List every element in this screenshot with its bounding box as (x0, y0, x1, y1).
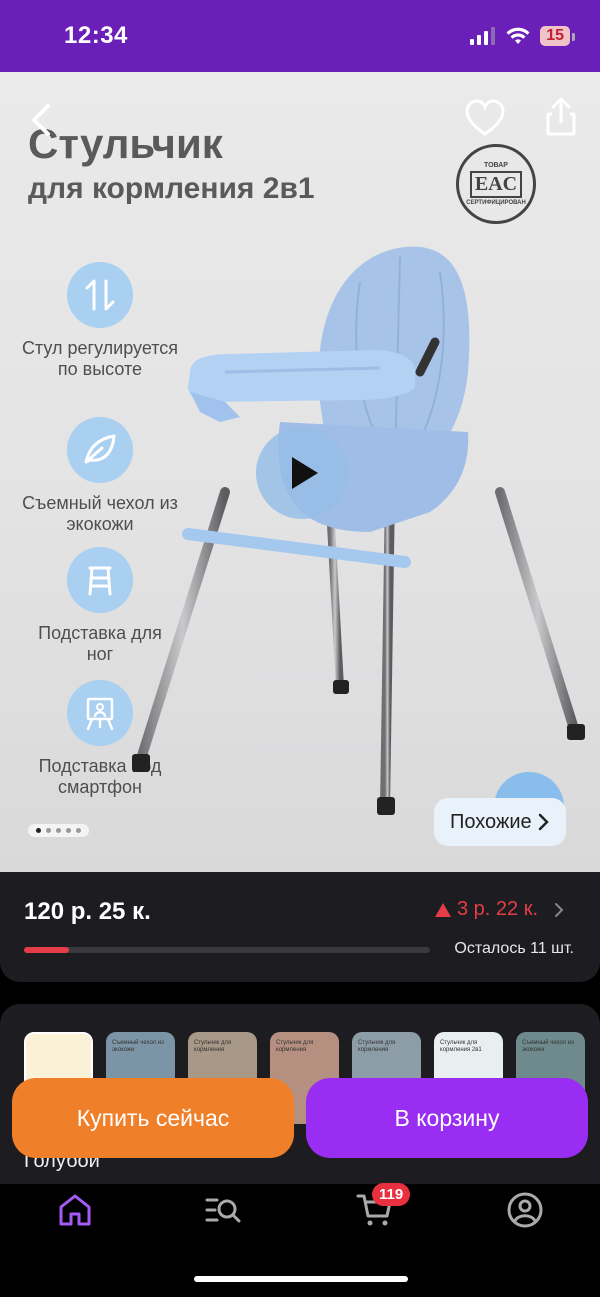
variant-thumbnail-label: Стульчик для кормления 2в1 (440, 1040, 482, 1053)
heart-icon[interactable] (464, 98, 506, 140)
variant-thumbnail-label: Стульчик для кормления (194, 1040, 232, 1053)
triangle-up-icon (434, 902, 451, 917)
catalog-search-icon[interactable] (203, 1190, 243, 1230)
play-video-button[interactable] (256, 427, 348, 519)
status-icons: 15 (470, 26, 575, 46)
buy-now-button[interactable]: Купить сейчас (12, 1078, 294, 1158)
carousel-dots[interactable] (28, 824, 89, 837)
product-hero-image[interactable]: Стульчик для кормления 2в1 ТОВАР EAC СЕР… (0, 72, 600, 872)
similar-label: Похожие (450, 810, 532, 833)
price-card: 120 р. 25 к. 3 р. 22 к. Осталось 11 шт. (0, 872, 600, 982)
leaf-icon (67, 417, 133, 483)
home-indicator (194, 1276, 408, 1282)
status-time: 12:34 (64, 22, 128, 49)
stool-icon (67, 547, 133, 613)
height-arrows-icon (67, 262, 133, 328)
carousel-dot (66, 828, 71, 833)
stamp-top-text: ТОВАР (484, 162, 508, 169)
profile-icon[interactable] (505, 1190, 545, 1230)
status-bar: 12:34 15 (0, 0, 600, 72)
carousel-dot (76, 828, 81, 833)
price-delta-value: 3 р. 22 к. (456, 898, 538, 920)
variant-thumbnail-label: Стульчик для кормления (358, 1040, 396, 1053)
signal-icon (470, 27, 496, 45)
stock-progress-bar (24, 947, 430, 953)
cart-count-badge: 119 (372, 1183, 411, 1206)
similar-products-button[interactable]: Похожие (434, 798, 566, 846)
stamp-bottom-text: СЕРТИФИЦИРОВАН (466, 200, 526, 206)
variant-thumbnail-label: Съемный чехол из экокожи (112, 1040, 164, 1053)
variant-thumbnail-label: Съемный чехол из экокожи (522, 1040, 574, 1053)
carousel-dot (36, 828, 41, 833)
wifi-icon (506, 27, 530, 44)
eac-mark: EAC (469, 171, 523, 198)
carousel-dot (46, 828, 51, 833)
share-icon[interactable] (540, 96, 582, 138)
carousel-dot (56, 828, 61, 833)
chevron-right-icon (555, 902, 564, 917)
home-icon[interactable] (55, 1190, 95, 1230)
back-arrow-icon[interactable] (22, 100, 62, 140)
chevron-right-icon (538, 813, 549, 831)
high-chair-illustration (132, 246, 585, 815)
eac-certification-stamp: ТОВАР EAC СЕРТИФИЦИРОВАН (456, 144, 536, 224)
price-change[interactable]: 3 р. 22 к. (434, 898, 564, 921)
play-icon (292, 457, 318, 489)
battery-indicator: 15 (540, 26, 575, 46)
hero-title-line2: для кормления 2в1 (28, 172, 315, 205)
current-price: 120 р. 25 к. (24, 898, 151, 925)
easel-phone-icon (67, 680, 133, 746)
stock-progress-fill (24, 947, 69, 953)
stock-remaining: Осталось 11 шт. (454, 940, 574, 957)
add-to-cart-button[interactable]: В корзину (306, 1078, 588, 1158)
variant-thumbnail-label: Стульчик для кормления (276, 1040, 314, 1053)
